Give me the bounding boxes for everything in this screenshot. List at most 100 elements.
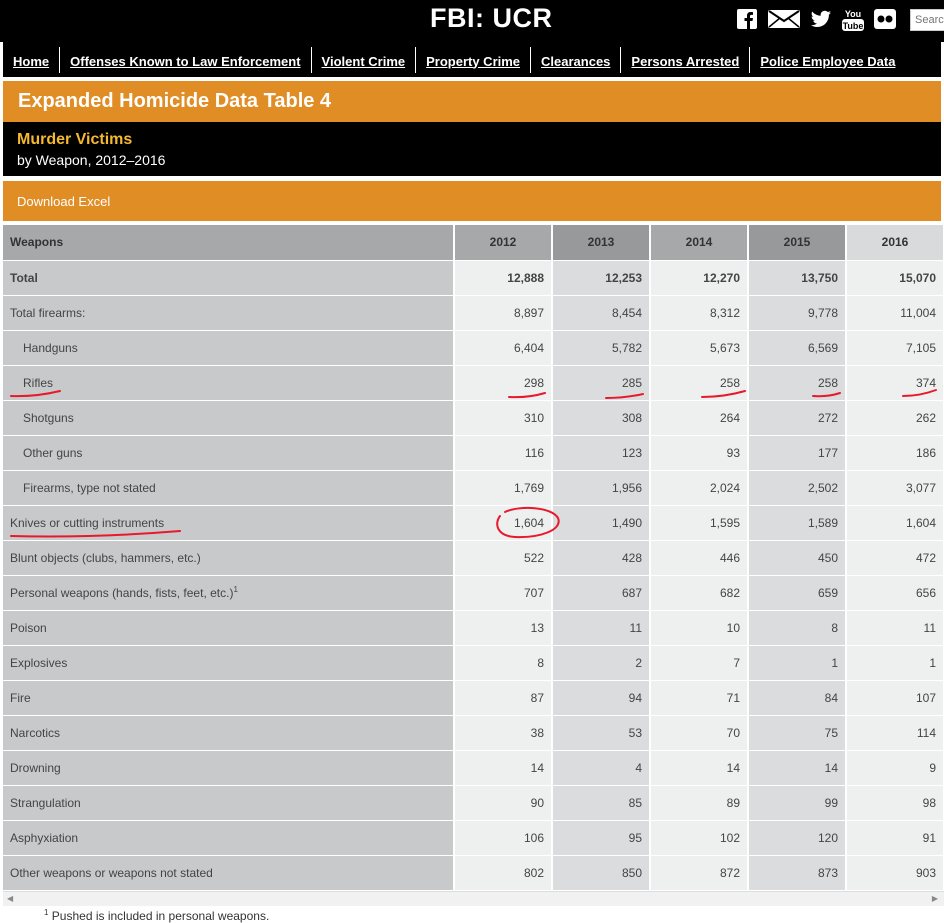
site-header: FBI: UCR You Tube: [0, 0, 944, 42]
facebook-icon[interactable]: [737, 8, 757, 30]
table-row: Total firearms: 8,897 8,454 8,312 9,778 11,00…: [3, 295, 944, 331]
cell-value: 9,778: [748, 295, 847, 331]
cell-value: 1,604: [454, 505, 553, 541]
row-label-text: Rifles: [23, 375, 54, 390]
youtube-top-text: You: [845, 9, 861, 19]
cell-value: 12,253: [552, 260, 651, 296]
cell-value: 11: [552, 610, 651, 646]
nav-item-violent-crime[interactable]: Violent Crime: [312, 46, 417, 73]
row-label-text: Shotguns: [23, 410, 74, 425]
cell-value: 5,782: [552, 330, 651, 366]
site-title[interactable]: FBI: UCR: [430, 3, 552, 34]
table-row: Shotguns 310 308 264 272 262: [3, 400, 944, 436]
row-label: Blunt objects (clubs, hammers, etc.): [3, 540, 455, 576]
cell-value: 186: [846, 435, 944, 471]
cell-value: 10: [650, 610, 749, 646]
cell-value: 70: [650, 715, 749, 751]
row-label: Personal weapons (hands, fists, feet, et…: [3, 575, 455, 611]
cell-value: 87: [454, 680, 553, 716]
cell-value: 8: [748, 610, 847, 646]
cell-value: 687: [552, 575, 651, 611]
cell-value: 903: [846, 855, 944, 891]
row-label-text: Drowning: [10, 760, 61, 775]
nav-item-property-crime[interactable]: Property Crime: [416, 46, 532, 73]
twitter-icon[interactable]: [810, 8, 832, 30]
row-label-text: Blunt objects (clubs, hammers, etc.): [10, 550, 201, 565]
cell-value: 75: [748, 715, 847, 751]
horizontal-scrollbar[interactable]: ◀ ▶: [3, 891, 944, 906]
row-label: Other guns: [3, 435, 455, 471]
nav-item-home[interactable]: Home: [3, 46, 61, 73]
cell-value: 102: [650, 820, 749, 856]
table-row: Explosives 8 2 7 1 1: [3, 645, 944, 681]
column-header-2015[interactable]: 2015: [748, 225, 847, 261]
cell-value: 1,769: [454, 470, 553, 506]
cell-value: 8: [454, 645, 553, 681]
cell-value: 8,312: [650, 295, 749, 331]
cell-value: 1,956: [552, 470, 651, 506]
table-row: Other weapons or weapons not stated 802 85…: [3, 855, 944, 891]
column-header-2012[interactable]: 2012: [454, 225, 553, 261]
cell-value: 9: [846, 750, 944, 786]
cell-value: 659: [748, 575, 847, 611]
table-row: Handguns 6,404 5,782 5,673 6,569 7,105: [3, 330, 944, 366]
cell-value: 12,888: [454, 260, 553, 296]
cell-value: 90: [454, 785, 553, 821]
cell-value: 3,077: [846, 470, 944, 506]
cell-value: 6,569: [748, 330, 847, 366]
column-header-weapons[interactable]: Weapons: [3, 225, 455, 261]
cell-value: 850: [552, 855, 651, 891]
cell-value: 258: [650, 365, 749, 401]
flickr-icon[interactable]: [874, 8, 896, 30]
column-header-2013[interactable]: 2013: [552, 225, 651, 261]
cell-value: 14: [748, 750, 847, 786]
row-label: Handguns: [3, 330, 455, 366]
cell-value: 258: [748, 365, 847, 401]
cell-value: 1,589: [748, 505, 847, 541]
column-header-2014[interactable]: 2014: [650, 225, 749, 261]
cell-value: 272: [748, 400, 847, 436]
cell-value: 14: [650, 750, 749, 786]
row-label-text: Poison: [10, 620, 47, 635]
cell-value: 71: [650, 680, 749, 716]
cell-value: 94: [552, 680, 651, 716]
cell-value: 802: [454, 855, 553, 891]
cell-value: 1,604: [846, 505, 944, 541]
table-row: Fire 87 94 71 84 107: [3, 680, 944, 716]
cell-value: 107: [846, 680, 944, 716]
footnote-reference[interactable]: 1: [233, 585, 237, 594]
nav-item-persons-arrested[interactable]: Persons Arrested: [621, 46, 751, 73]
email-icon[interactable]: [768, 8, 800, 30]
download-excel-link[interactable]: Download Excel: [17, 194, 110, 209]
cell-value: 8,454: [552, 295, 651, 331]
cell-value: 285: [552, 365, 651, 401]
row-label-text: Handguns: [23, 340, 78, 355]
table-row: Firearms, type not stated 1,769 1,956 2,024…: [3, 470, 944, 506]
scroll-right-arrow-icon[interactable]: ▶: [932, 894, 938, 903]
scroll-left-arrow-icon[interactable]: ◀: [7, 894, 13, 903]
cell-value: 1: [748, 645, 847, 681]
row-label: Asphyxiation: [3, 820, 455, 856]
nav-item-offenses-known[interactable]: Offenses Known to Law Enforcement: [60, 46, 312, 73]
search-input[interactable]: [910, 9, 944, 31]
row-label-text: Strangulation: [10, 795, 81, 810]
cell-value: 89: [650, 785, 749, 821]
cell-value: 264: [650, 400, 749, 436]
cell-value: 6,404: [454, 330, 553, 366]
table-row: Asphyxiation 106 95 102 120 91: [3, 820, 944, 856]
cell-value: 428: [552, 540, 651, 576]
nav-item-clearances[interactable]: Clearances: [531, 46, 622, 73]
row-label-text: Total: [10, 270, 38, 285]
cell-value: 99: [748, 785, 847, 821]
cell-value: 1: [846, 645, 944, 681]
row-label-text: Personal weapons (hands, fists, feet, et…: [10, 586, 234, 600]
table-header-row: Weapons 2012 2013 2014 2015 2016: [3, 225, 944, 261]
column-header-2016[interactable]: 2016: [846, 225, 944, 261]
cell-value: 95: [552, 820, 651, 856]
youtube-icon[interactable]: You Tube: [842, 8, 864, 32]
cell-value: 5,673: [650, 330, 749, 366]
page-title: Expanded Homicide Data Table 4: [18, 90, 332, 112]
cell-value: 8,897: [454, 295, 553, 331]
nav-item-police-employee-data[interactable]: Police Employee Data: [750, 47, 905, 73]
table-row: Strangulation 90 85 89 99 98: [3, 785, 944, 821]
